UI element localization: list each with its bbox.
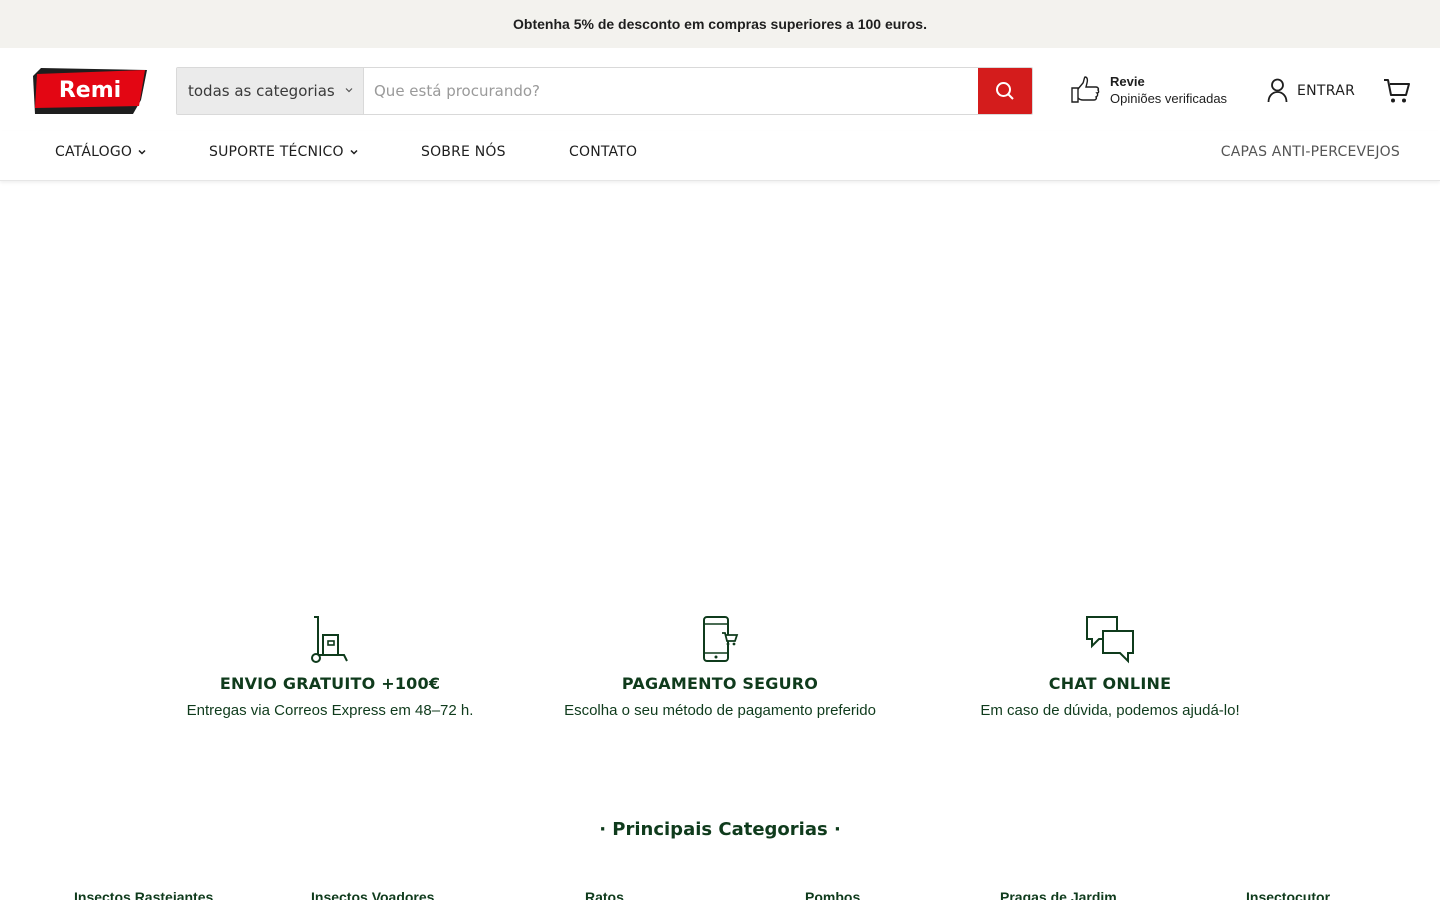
nav-item-contato[interactable]: CONTATO xyxy=(569,144,637,160)
reviews-link[interactable]: Revie Opiniões verificadas xyxy=(1071,74,1227,106)
chevron-down-icon xyxy=(138,149,146,155)
feature-title: ENVIO GRATUITO +100€ xyxy=(219,674,441,693)
category-link-insectos-rastejantes[interactable]: Insectos Rastejantes xyxy=(74,889,213,900)
search-input[interactable] xyxy=(364,68,978,114)
main-navigation: CATÁLOGO SUPORTE TÉCNICO SOBRE NÓS CONTA… xyxy=(0,131,1440,181)
search-button[interactable] xyxy=(978,68,1032,114)
nav-label: SUPORTE TÉCNICO xyxy=(209,144,344,160)
nav-item-suporte-tecnico[interactable]: SUPORTE TÉCNICO xyxy=(209,144,358,160)
category-link-ratos[interactable]: Ratos xyxy=(585,889,624,900)
feature-title: CHAT ONLINE xyxy=(1048,674,1172,693)
chevron-down-icon xyxy=(350,149,358,155)
nav-label: SOBRE NÓS xyxy=(421,144,506,160)
nav-item-catalogo[interactable]: CATÁLOGO xyxy=(55,144,146,160)
cart-icon xyxy=(1384,79,1410,103)
delivery-trolley-icon xyxy=(311,616,348,663)
nav-item-sobre-nos[interactable]: SOBRE NÓS xyxy=(421,144,506,160)
reviews-title: Revie xyxy=(1110,74,1145,89)
nav-label: CONTATO xyxy=(569,144,638,160)
category-link-insectocutor[interactable]: Insectocutor xyxy=(1246,889,1330,900)
cart-button[interactable] xyxy=(1383,77,1411,110)
categories-heading: · Principais Categorias · xyxy=(599,819,841,840)
feature-chat-online: CHAT ONLINE Em caso de dúvida, podemos a… xyxy=(900,615,1320,719)
feature-description: Escolha o seu método de pagamento prefer… xyxy=(564,702,876,719)
nav-item-capas-anti-percevejos[interactable]: CAPAS ANTI-PERCEVEJOS xyxy=(1221,144,1400,160)
remi-logo[interactable]: Remi xyxy=(33,68,149,114)
announcement-bar: Obtenha 5% de desconto em compras superi… xyxy=(0,0,1440,48)
chevron-down-icon xyxy=(345,88,353,93)
chat-bubbles-icon xyxy=(1086,616,1134,664)
thumbs-up-icon xyxy=(1071,76,1100,103)
category-link-pragas-de-jardim[interactable]: Pragas de Jardim xyxy=(1000,889,1117,900)
category-link-pombos[interactable]: Pombos xyxy=(805,889,860,900)
search-bar: todas as categorias xyxy=(176,67,1033,115)
logo-text: Remi xyxy=(59,78,121,103)
feature-free-shipping: ENVIO GRATUITO +100€ Entregas via Correo… xyxy=(120,615,540,719)
user-icon xyxy=(1267,78,1288,103)
feature-description: Entregas via Correos Express em 48–72 h. xyxy=(186,702,474,719)
nav-label: CAPAS ANTI-PERCEVEJOS xyxy=(1220,144,1400,160)
nav-label: CATÁLOGO xyxy=(55,144,133,160)
mobile-payment-icon xyxy=(703,616,739,662)
search-category-label: todas as categorias xyxy=(188,82,335,100)
reviews-subtitle: Opiniões verificadas xyxy=(1110,91,1228,106)
search-icon xyxy=(996,82,1014,100)
category-link-insectos-voadores[interactable]: Insectos Voadores xyxy=(311,889,434,900)
login-link[interactable]: ENTRAR xyxy=(1267,78,1355,103)
feature-secure-payment: PAGAMENTO SEGURO Escolha o seu método de… xyxy=(510,615,930,719)
announcement-text: Obtenha 5% de desconto em compras superi… xyxy=(513,16,927,32)
login-label: ENTRAR xyxy=(1297,82,1356,99)
feature-title: PAGAMENTO SEGURO xyxy=(621,674,819,693)
search-category-select[interactable]: todas as categorias xyxy=(177,68,364,114)
logo-image: Remi xyxy=(33,68,147,114)
feature-description: Em caso de dúvida, podemos ajudá-lo! xyxy=(980,702,1240,719)
